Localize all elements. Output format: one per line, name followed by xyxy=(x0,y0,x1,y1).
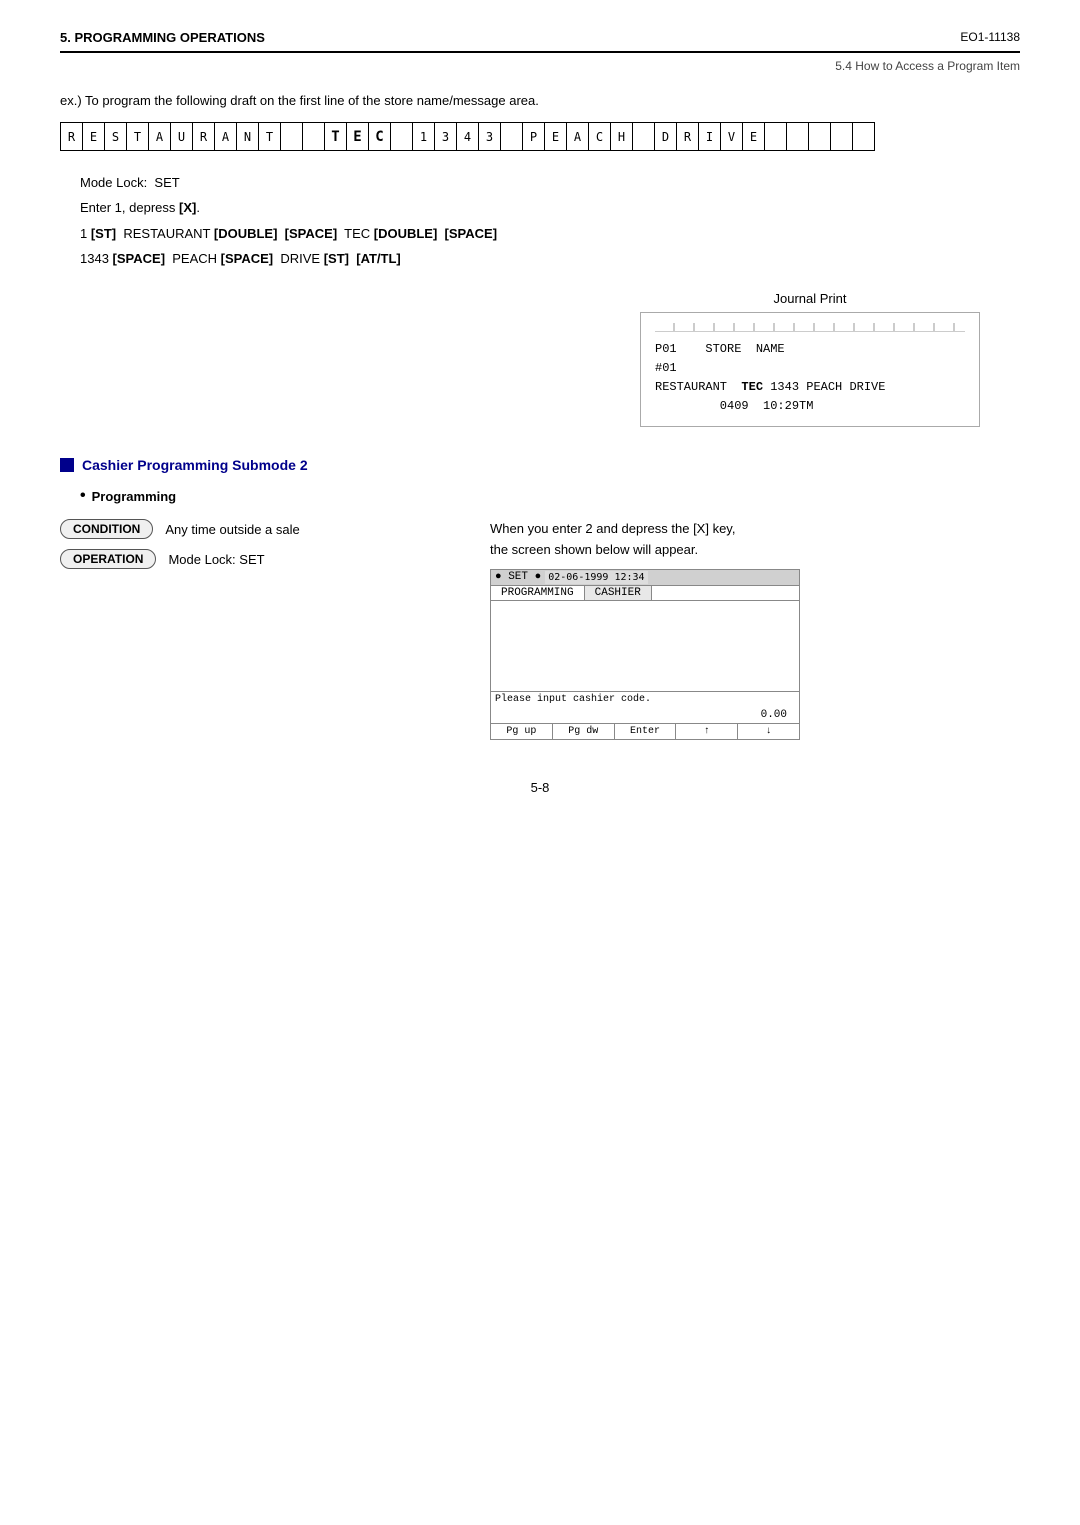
condition-row: CONDITION Any time outside a sale xyxy=(60,519,480,539)
char-cell-19: 3 xyxy=(479,123,501,151)
doc-number: EO1-11138 xyxy=(960,30,1020,44)
char-cell-17: 3 xyxy=(435,123,457,151)
screen-btn-pgdw[interactable]: Pg dw xyxy=(553,724,615,739)
screen-body xyxy=(491,601,799,691)
example-intro: ex.) To program the following draft on t… xyxy=(60,93,1020,108)
char-cell-29: I xyxy=(699,123,721,151)
screen-footer: Please input cashier code. 0.00 xyxy=(491,691,799,723)
char-cell-20 xyxy=(501,123,523,151)
right-text-line1: When you enter 2 and depress the [X] key… xyxy=(490,521,735,536)
screen-amount: 0.00 xyxy=(495,709,795,721)
char-cell-2: S xyxy=(105,123,127,151)
char-cell-27: D xyxy=(655,123,677,151)
char-cell-16: 1 xyxy=(413,123,435,151)
journal-line-3: 0409 10:29TM xyxy=(655,397,965,416)
char-cell-9: T xyxy=(259,123,281,151)
char-cell-26 xyxy=(633,123,655,151)
operation-badge: OPERATION xyxy=(60,549,156,569)
instruction-line-1: Enter 1, depress [X]. xyxy=(80,196,1020,219)
right-column: When you enter 2 and depress the [X] key… xyxy=(480,519,1020,740)
char-cell-24: C xyxy=(589,123,611,151)
journal-label: Journal Print xyxy=(640,291,980,306)
screen-mockup: ● SET ● 02-06-1999 12:34 PROGRAMMING CAS… xyxy=(490,569,800,740)
char-cell-25: H xyxy=(611,123,633,151)
screen-tabs: PROGRAMMING CASHIER xyxy=(491,586,799,601)
char-cell-5: U xyxy=(171,123,193,151)
char-cell-3: T xyxy=(127,123,149,151)
bullet-label: Programming xyxy=(92,489,177,504)
tab-cashier[interactable]: CASHIER xyxy=(585,586,652,600)
screen-top-bar: ● SET ● 02-06-1999 12:34 xyxy=(491,570,799,586)
char-cell-30: V xyxy=(721,123,743,151)
journal-paper: P01 STORE NAME #01 RESTAURANT TEC 1343 P… xyxy=(640,312,980,428)
screen-status: ● SET ● xyxy=(495,571,541,583)
page: 5. PROGRAMMING OPERATIONS EO1-11138 5.4 … xyxy=(0,0,1080,1525)
journal-section: Journal Print P01 STORE NAME #01 RESTAUR… xyxy=(60,291,980,428)
char-cell-21: P xyxy=(523,123,545,151)
instruction-line-2: 1 [ST] RESTAURANT [DOUBLE] [SPACE] TEC [… xyxy=(80,222,1020,245)
instruction-line-3: 1343 [SPACE] PEACH [SPACE] DRIVE [ST] [A… xyxy=(80,247,1020,270)
journal-line-2: RESTAURANT TEC 1343 PEACH DRIVE xyxy=(655,378,965,397)
cashier-section-header: Cashier Programming Submode 2 xyxy=(60,457,1020,473)
char-cell-7: A xyxy=(215,123,237,151)
left-column: CONDITION Any time outside a sale OPERAT… xyxy=(60,519,480,740)
char-cell-11 xyxy=(303,123,325,151)
page-header: 5. PROGRAMMING OPERATIONS EO1-11138 xyxy=(60,30,1020,53)
char-cell-15 xyxy=(391,123,413,151)
page-number: 5-8 xyxy=(60,780,1020,795)
char-cell-6: R xyxy=(193,123,215,151)
instruction-line-0: Mode Lock: SET xyxy=(80,171,1020,194)
condition-text: Any time outside a sale xyxy=(165,522,299,537)
screen-prompt: Please input cashier code. xyxy=(495,694,795,705)
screen-btn-enter[interactable]: Enter xyxy=(615,724,677,739)
screen-btn-down[interactable]: ↓ xyxy=(738,724,799,739)
screen-btn-pgup[interactable]: Pg up xyxy=(491,724,553,739)
char-cell-12: T xyxy=(325,123,347,151)
char-cell-4: A xyxy=(149,123,171,151)
section-subtitle: 5.4 How to Access a Program Item xyxy=(60,59,1020,73)
char-cell-33 xyxy=(787,123,809,151)
bullet-programming: Programming xyxy=(80,487,1020,505)
char-cell-13: E xyxy=(347,123,369,151)
operation-text: Mode Lock: SET xyxy=(168,552,264,567)
right-description: When you enter 2 and depress the [X] key… xyxy=(490,519,1020,561)
char-cell-31: E xyxy=(743,123,765,151)
chapter-title: 5. PROGRAMMING OPERATIONS xyxy=(60,30,265,45)
screen-btn-up[interactable]: ↑ xyxy=(676,724,738,739)
condition-badge: CONDITION xyxy=(60,519,153,539)
journal-line-0: P01 STORE NAME xyxy=(655,340,965,359)
char-cell-14: C xyxy=(369,123,391,151)
tab-programming[interactable]: PROGRAMMING xyxy=(491,586,585,600)
char-cell-32 xyxy=(765,123,787,151)
operation-row: OPERATION Mode Lock: SET xyxy=(60,549,480,569)
char-cell-1: E xyxy=(83,123,105,151)
char-cell-36 xyxy=(853,123,875,151)
char-cell-0: R xyxy=(61,123,83,151)
char-cell-18: 4 xyxy=(457,123,479,151)
char-cell-28: R xyxy=(677,123,699,151)
char-cell-22: E xyxy=(545,123,567,151)
screen-datetime: 02-06-1999 12:34 xyxy=(545,571,647,584)
char-cell-8: N xyxy=(237,123,259,151)
char-cell-34 xyxy=(809,123,831,151)
char-cell-35 xyxy=(831,123,853,151)
instructions-block: Mode Lock: SET Enter 1, depress [X]. 1 [… xyxy=(80,171,1020,271)
char-cell-23: A xyxy=(567,123,589,151)
journal-line-1: #01 xyxy=(655,359,965,378)
right-text-line2: the screen shown below will appear. xyxy=(490,542,698,557)
condition-operation-section: CONDITION Any time outside a sale OPERAT… xyxy=(60,519,1020,740)
character-grid: RESTAURANT TEC 1343 PEACH DRIVE xyxy=(60,122,875,151)
screen-button-bar: Pg up Pg dw Enter ↑ ↓ xyxy=(491,723,799,739)
char-cell-10 xyxy=(281,123,303,151)
section-title: Cashier Programming Submode 2 xyxy=(82,457,308,473)
bullet-icon xyxy=(80,487,86,505)
section-icon xyxy=(60,458,74,472)
journal-container: Journal Print P01 STORE NAME #01 RESTAUR… xyxy=(640,291,980,428)
